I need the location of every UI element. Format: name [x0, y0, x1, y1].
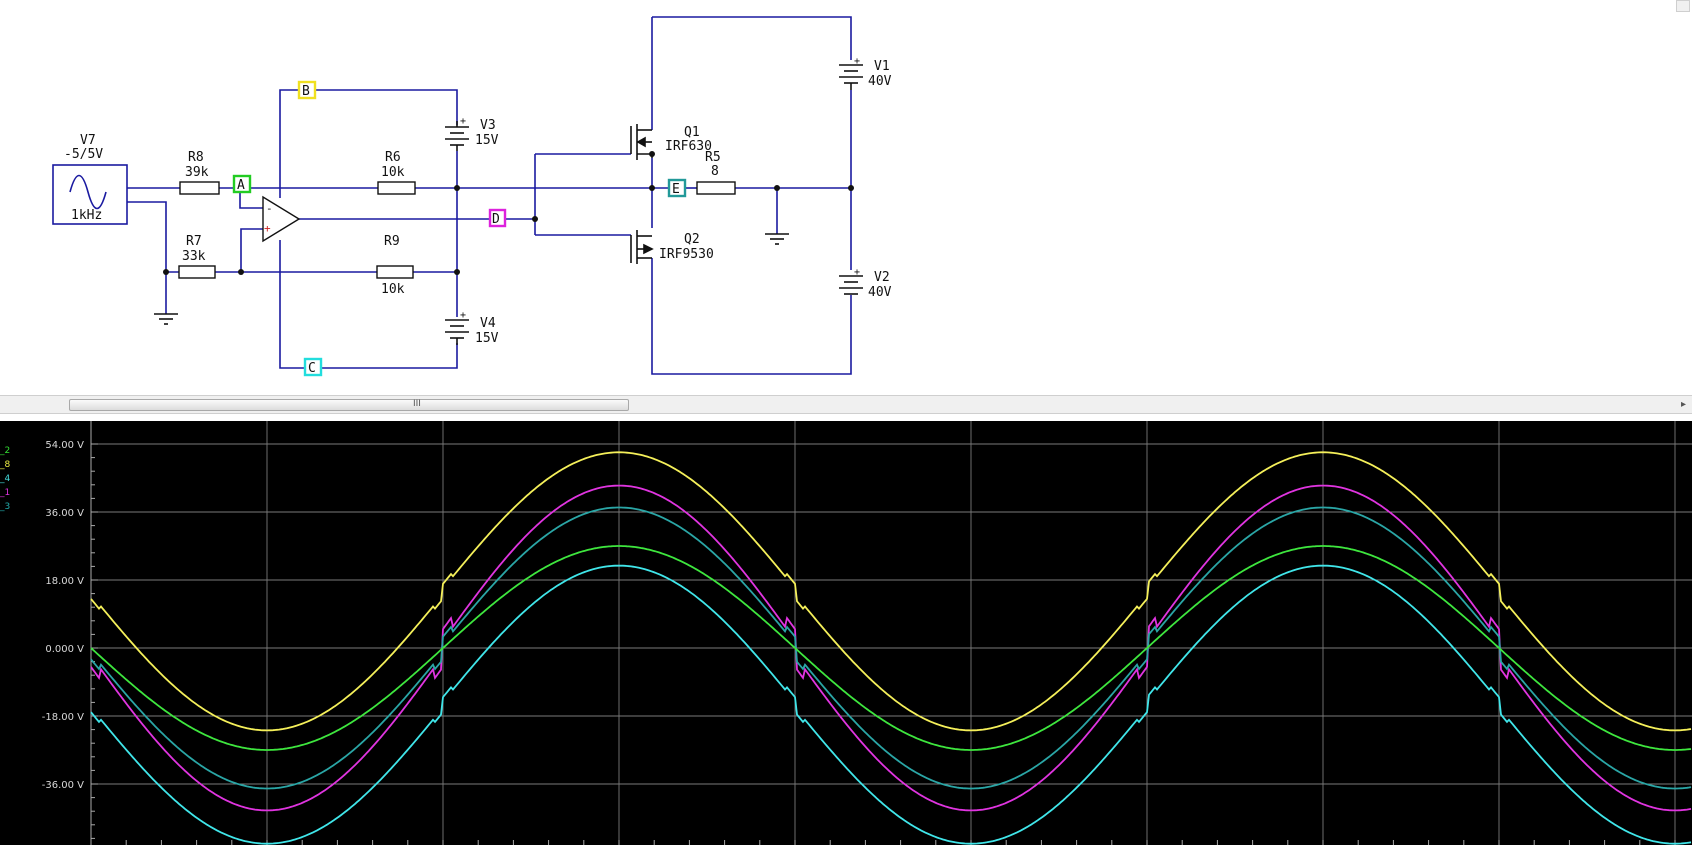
- v7-name: V7: [80, 133, 96, 148]
- legend-item: _2: [0, 446, 11, 456]
- y-tick-label: -18.00 V: [42, 712, 84, 723]
- schematic-drawing: V7 -5/5V 1kHz R8 39k R7 33k R6 10k R9 10…: [52, 16, 892, 377]
- legend-item: _3: [0, 502, 11, 512]
- r5-resistor[interactable]: [696, 181, 736, 195]
- v3-value: 15V: [475, 133, 499, 148]
- r8-name: R8: [188, 150, 204, 165]
- oscilloscope-panel[interactable]: 54.00 V 36.00 V 18.00 V 0.000 V -18.00 V -36.…: [0, 421, 1692, 845]
- v4-name: V4: [480, 316, 496, 331]
- vertical-scrollbar-up-arrow[interactable]: [1676, 0, 1690, 12]
- panel-divider[interactable]: [0, 414, 1692, 421]
- probe-c-label: C: [308, 361, 316, 376]
- q2-part: IRF9530: [659, 247, 714, 262]
- battery-symbols: [445, 64, 863, 345]
- trace-5: [90, 564, 1692, 845]
- r6-value: 10k: [381, 165, 405, 180]
- v7-frequency: 1kHz: [71, 208, 102, 223]
- trace-1: [90, 451, 1692, 732]
- scroll-right-arrow-icon[interactable]: ▸: [1681, 399, 1686, 410]
- q1-part: IRF630: [665, 139, 712, 154]
- opamp-inverting-sign: -: [266, 202, 273, 215]
- y-tick-labels: 54.00 V 36.00 V 18.00 V 0.000 V -18.00 V -36.…: [42, 440, 84, 791]
- r6-resistor[interactable]: [377, 181, 416, 195]
- probe-e[interactable]: E: [667, 178, 687, 198]
- grid: [91, 421, 1692, 845]
- mosfet-symbols: [630, 124, 654, 264]
- y-tick-label: 54.00 V: [45, 440, 84, 451]
- r7-name: R7: [186, 234, 202, 249]
- probe-a-label: A: [237, 178, 245, 193]
- r8-value: 39k: [185, 165, 209, 180]
- v2-plus-sign: +: [854, 267, 860, 278]
- r6-name: R6: [385, 150, 401, 165]
- probe-a[interactable]: A: [232, 174, 252, 194]
- r8-resistor[interactable]: [179, 181, 220, 195]
- v7-value: -5/5V: [64, 147, 103, 162]
- v3-plus-sign: +: [460, 116, 466, 127]
- probe-c[interactable]: C: [303, 357, 323, 377]
- r7-resistor[interactable]: [178, 265, 216, 279]
- r7-value: 33k: [182, 249, 206, 264]
- r9-resistor[interactable]: [376, 265, 414, 279]
- y-tick-label: 0.000 V: [45, 644, 84, 655]
- y-tick-label: -36.00 V: [42, 780, 84, 791]
- probe-e-label: E: [672, 182, 680, 197]
- q1-name: Q1: [684, 125, 700, 140]
- r9-name: R9: [384, 234, 400, 249]
- v1-value: 40V: [868, 74, 892, 89]
- v2-name: V2: [874, 270, 890, 285]
- opamp-noninverting-sign: +: [264, 222, 271, 235]
- y-tick-label: 36.00 V: [45, 508, 84, 519]
- v3-name: V3: [480, 118, 496, 133]
- v4-value: 15V: [475, 331, 499, 346]
- oscilloscope-plot: 54.00 V 36.00 V 18.00 V 0.000 V -18.00 V -36.…: [42, 421, 1692, 845]
- schematic-canvas[interactable]: V7 -5/5V 1kHz R8 39k R7 33k R6 10k R9 10…: [0, 0, 1692, 400]
- probe-b[interactable]: B: [297, 80, 317, 100]
- v2-value: 40V: [868, 285, 892, 300]
- v1-plus-sign: +: [854, 56, 860, 67]
- q2-name: Q2: [684, 232, 700, 247]
- r5-value: 8: [711, 164, 719, 179]
- scrollbar-grip: III: [413, 399, 421, 409]
- v1-name: V1: [874, 59, 890, 74]
- horizontal-scrollbar-thumb[interactable]: III: [69, 399, 629, 411]
- y-tick-label: 18.00 V: [45, 576, 84, 587]
- v4-plus-sign: +: [460, 310, 466, 321]
- horizontal-scrollbar[interactable]: III ▸: [0, 395, 1692, 414]
- v7-signal-source[interactable]: V7 -5/5V 1kHz: [52, 133, 128, 225]
- opamp[interactable]: - +: [262, 195, 301, 243]
- probe-d[interactable]: D: [488, 208, 507, 228]
- trace-legend: _2 _8 _4 _1 _3: [0, 444, 16, 514]
- legend-item: _8: [0, 460, 11, 470]
- probe-d-label: D: [492, 212, 500, 227]
- r9-value: 10k: [381, 282, 405, 297]
- axis-ticks: [90, 421, 1676, 845]
- legend-item: _4: [0, 474, 11, 484]
- probe-b-label: B: [302, 84, 310, 99]
- legend-item: _1: [0, 488, 11, 498]
